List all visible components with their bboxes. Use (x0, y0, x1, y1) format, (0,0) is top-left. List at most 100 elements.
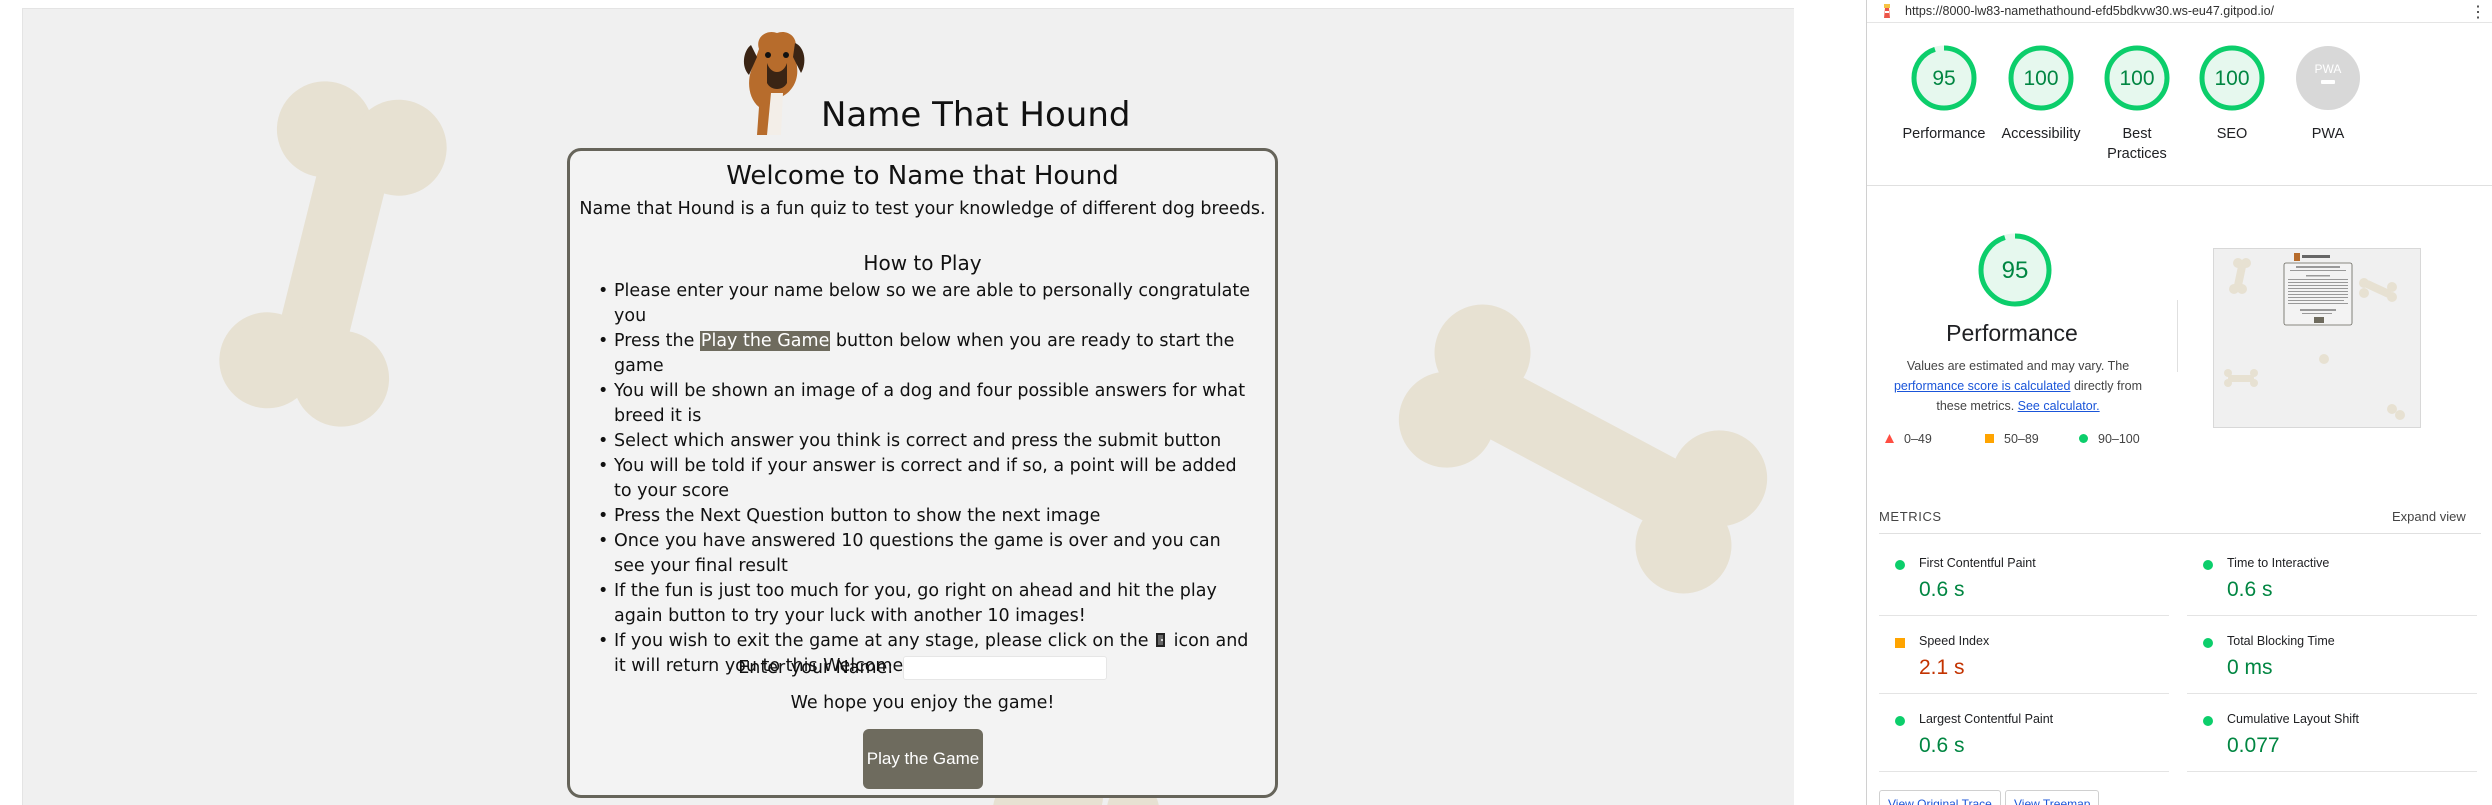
view-original-trace-button[interactable]: View Original Trace (1879, 790, 2001, 805)
lighthouse-url-bar: https://8000-lw83-namethathound-efd5bdkv… (1867, 0, 2492, 23)
gauge-performance[interactable]: 95 Performance (1896, 44, 1992, 144)
rule-item: You will be told if your answer is corre… (598, 454, 1253, 504)
rule-text: Press the Next Question button to show t… (614, 506, 1101, 526)
gauge-best-practices-ring: 100 (2104, 45, 2170, 111)
metric-cumulative-layout-shift: Cumulative Layout Shift 0.077 (2187, 694, 2477, 772)
bone-decoration-left (219, 81, 447, 427)
average-indicator-icon (1895, 638, 1905, 648)
dog-logo-icon[interactable] (737, 27, 817, 135)
rule-item: Press the Play the Game button below whe… (598, 329, 1253, 379)
gauge-performance-score: 95 (1932, 67, 1955, 90)
section-divider (1867, 185, 2492, 186)
pwa-badge-icon: PWA (2296, 46, 2360, 110)
metric-name: Speed Index (1919, 634, 1990, 648)
legend-average-text: 50–89 (2004, 432, 2039, 446)
score-calculated-link[interactable]: performance score is calculated (1894, 379, 2070, 393)
performance-description: Values are estimated and may vary. The p… (1877, 356, 2159, 416)
rule-text: You will be told if your answer is corre… (614, 456, 1237, 501)
metric-speed-index: Speed Index 2.1 s (1879, 616, 2169, 694)
name-input[interactable] (902, 656, 1107, 680)
rule-text: If the fun is just too much for you, go … (614, 581, 1217, 626)
rule-item: Please enter your name below so we are a… (598, 279, 1253, 329)
gauge-seo-score: 100 (2214, 67, 2249, 90)
welcome-card: Welcome to Name that Hound Name that Hou… (567, 148, 1278, 798)
legend-average: 50–89 (1985, 432, 2039, 446)
see-calculator-link[interactable]: See calculator. (2018, 399, 2100, 413)
circle-icon (2079, 434, 2088, 443)
bone-decoration-right (1398, 304, 1768, 594)
metric-name: Total Blocking Time (2227, 634, 2335, 648)
lighthouse-icon (1884, 4, 1890, 18)
square-icon (1985, 434, 1994, 443)
rule-item: Once you have answered 10 questions the … (598, 529, 1253, 579)
rule-item: Press the Next Question button to show t… (598, 504, 1253, 529)
pass-indicator-icon (2203, 716, 2213, 726)
perf-desc-text: Values are estimated and may vary. The (1906, 359, 2130, 373)
metric-value: 0.6 s (1919, 734, 1965, 757)
view-treemap-button[interactable]: View Treemap (2005, 790, 2100, 805)
enjoy-message: We hope you enjoy the game! (790, 693, 1055, 713)
rule-text: You will be shown an image of a dog and … (614, 381, 1246, 426)
expand-view-toggle[interactable]: Expand view (2392, 509, 2466, 524)
rule-item: You will be shown an image of a dog and … (598, 379, 1253, 429)
name-that-hound-page: Name That Hound Welcome to Name that Hou… (22, 8, 1794, 805)
welcome-heading: Welcome to Name that Hound (726, 161, 1119, 191)
legend-pass-text: 90–100 (2098, 432, 2140, 446)
metric-value: 2.1 s (1919, 656, 1965, 679)
rule-text: Once you have answered 10 questions the … (614, 531, 1221, 576)
site-title: Name That Hound (821, 95, 1131, 135)
final-screenshot-thumbnail[interactable] (2213, 248, 2421, 428)
legend-fail: 0–49 (1885, 432, 1932, 446)
name-form-row: Enter your Name: (570, 656, 1275, 680)
vertical-divider (2177, 300, 2178, 372)
exit-door-icon (1156, 633, 1166, 647)
rules-list: Please enter your name below so we are a… (598, 279, 1253, 679)
gauge-accessibility-ring: 100 (2008, 45, 2074, 111)
highlighted-play-text: Play the Game (699, 331, 831, 351)
metric-time-to-interactive: Time to Interactive 0.6 s (2187, 538, 2477, 616)
metric-name: First Contentful Paint (1919, 556, 2036, 570)
metric-name: Time to Interactive (2227, 556, 2330, 570)
performance-title: Performance (1946, 320, 2078, 346)
rule-item: Select which answer you think is correct… (598, 429, 1253, 454)
metric-name: Largest Contentful Paint (1919, 712, 2054, 726)
gauge-accessibility-score: 100 (2023, 67, 2058, 90)
metric-value: 0.6 s (1919, 578, 1965, 601)
gauge-seo[interactable]: 100 SEO (2184, 44, 2280, 144)
metric-value: 0 ms (2227, 656, 2273, 679)
legend-fail-text: 0–49 (1904, 432, 1932, 446)
pass-indicator-icon (1895, 560, 1905, 570)
gauge-pwa[interactable]: PWA PWA (2280, 44, 2376, 144)
more-options-icon[interactable]: ⋮ (2470, 2, 2486, 22)
rule-text: Please enter your name below so we are a… (614, 281, 1251, 326)
thumbnail-preview (2214, 249, 2420, 427)
pwa-badge-text: PWA (2315, 62, 2342, 76)
rule-text: Press the (614, 331, 700, 351)
legend-pass: 90–100 (2079, 432, 2140, 446)
rule-text: Select which answer you think is correct… (614, 431, 1222, 451)
gauge-pwa-label: PWA (2311, 126, 2345, 142)
play-the-game-button[interactable]: Play the Game (863, 729, 983, 789)
lighthouse-panel: https://8000-lw83-namethathound-efd5bdkv… (1867, 0, 2492, 805)
metric-value: 0.6 s (2227, 578, 2273, 601)
metric-value: 0.077 (2227, 734, 2280, 757)
metric-name: Cumulative Layout Shift (2227, 712, 2360, 726)
gauge-seo-label: SEO (2216, 126, 2248, 142)
pass-indicator-icon (2203, 560, 2213, 570)
pass-indicator-icon (2203, 638, 2213, 648)
metric-first-contentful-paint: First Contentful Paint 0.6 s (1879, 538, 2169, 616)
gauge-performance-label: Performance (1902, 126, 1986, 142)
gauge-best-practices[interactable]: 100 Best Practices (2089, 44, 2185, 164)
gauge-accessibility[interactable]: 100 Accessibility (1993, 44, 2089, 144)
gauge-performance-ring: 95 (1911, 45, 1977, 111)
gauge-best-practices-label: Best Practices (2107, 126, 2167, 162)
how-to-play-heading: How to Play (863, 251, 982, 275)
gauge-accessibility-label: Accessibility (2001, 126, 2081, 142)
gauge-best-practices-score: 100 (2119, 67, 2154, 90)
name-label: Enter your Name: (738, 658, 894, 678)
performance-gauge-large: 95 (1978, 233, 2052, 307)
browser-viewport: Name That Hound Welcome to Name that Hou… (0, 0, 1864, 805)
audited-url[interactable]: https://8000-lw83-namethathound-efd5bdkv… (1905, 4, 2274, 18)
site-header: Name That Hound (737, 27, 1157, 137)
performance-score-large: 95 (2002, 257, 2029, 284)
